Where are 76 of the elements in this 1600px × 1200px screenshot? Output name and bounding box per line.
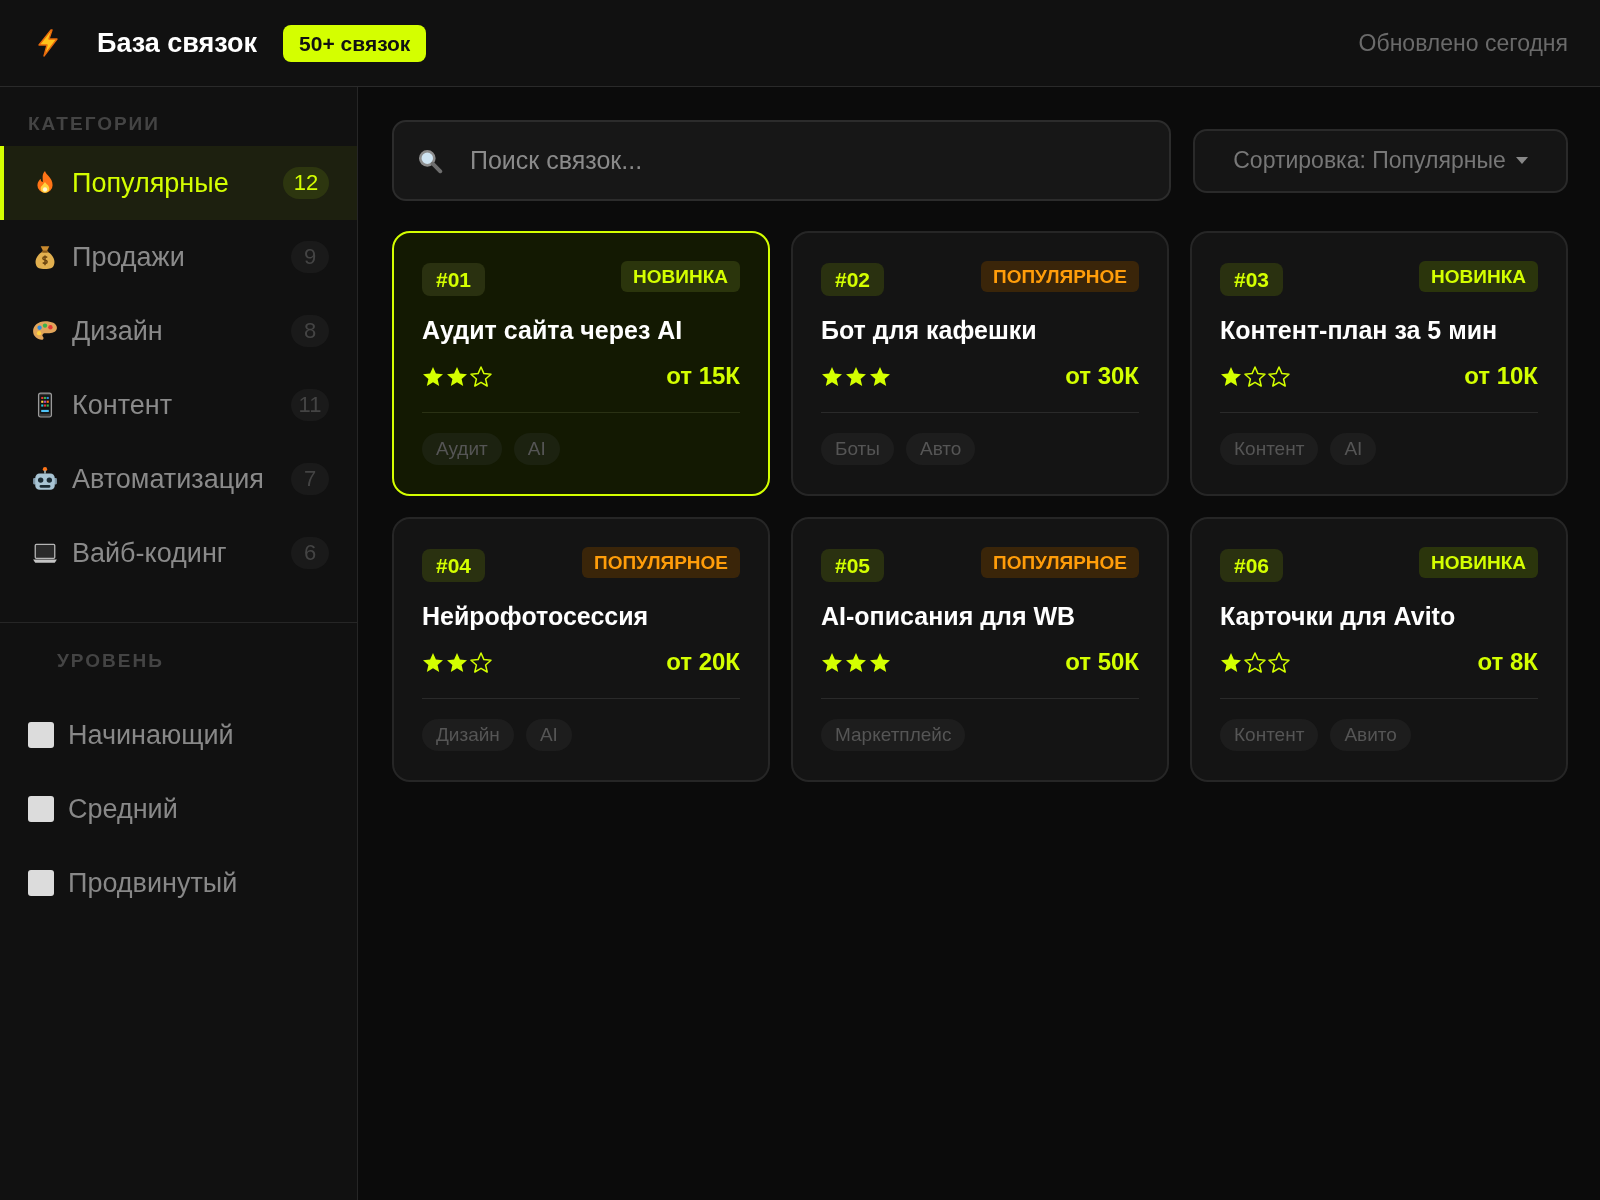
star-filled-icon	[845, 651, 867, 673]
level-option-label[interactable]: Продвинутый	[68, 867, 238, 899]
card-title: Контент-план за 5 мин	[1220, 315, 1499, 346]
card[interactable]: #02 ПОПУЛЯРНОЕ Бот для кафешки от 30К Боты Авто	[791, 231, 1169, 496]
app-title: База связок	[97, 27, 258, 59]
status-tag: НОВИНКА	[621, 261, 740, 292]
star-outline-icon	[470, 365, 492, 387]
status-tag: НОВИНКА	[1419, 261, 1538, 292]
card-number: #03	[1220, 263, 1284, 296]
price: от 15К	[666, 362, 740, 390]
star-filled-icon	[422, 651, 444, 673]
card[interactable]: #01 НОВИНКА Аудит сайта через AI от 15К Аудит AI	[392, 231, 770, 496]
level-option-label[interactable]: Начинающий	[68, 719, 234, 751]
checkbox[interactable]	[28, 722, 54, 748]
search-icon	[417, 148, 443, 174]
star-filled-icon	[446, 651, 468, 673]
star-outline-icon	[470, 651, 492, 673]
card-number: #05	[821, 549, 885, 582]
card-title: Нейрофотосессия	[422, 601, 650, 632]
card-number: #01	[422, 263, 486, 296]
card-title: AI-описания для WB	[821, 601, 1077, 632]
star-filled-icon	[821, 365, 843, 387]
search-field[interactable]: Поиск связок...	[392, 120, 1171, 201]
level-option-label[interactable]: Средний	[68, 793, 178, 825]
category-item[interactable]: Популярные 12	[0, 146, 357, 220]
price: от 10К	[1464, 362, 1538, 390]
card-title: Карточки для Avito	[1220, 601, 1457, 632]
status-tag: НОВИНКА	[1419, 547, 1538, 578]
price: от 30К	[1065, 362, 1139, 390]
card-number: #02	[821, 263, 885, 296]
card-number: #06	[1220, 549, 1284, 582]
lightning-icon	[36, 29, 60, 57]
count-badge: 50+ связок	[283, 24, 427, 62]
star-filled-icon	[422, 365, 444, 387]
update-status: Обновлено сегодня	[1358, 29, 1568, 57]
star-outline-icon	[1268, 365, 1290, 387]
checkbox[interactable]	[28, 870, 54, 896]
tag: Авито	[1330, 719, 1411, 751]
star-filled-icon	[869, 651, 891, 673]
star-outline-icon	[1244, 365, 1266, 387]
card-title: Аудит сайта через AI	[422, 315, 684, 346]
star-filled-icon	[446, 365, 468, 387]
card-title: Бот для кафешки	[821, 315, 1038, 346]
tag: Боты	[821, 433, 894, 465]
card-number: #04	[422, 549, 486, 582]
price: от 50К	[1065, 648, 1139, 676]
tag: AI	[1330, 433, 1377, 465]
star-outline-icon	[1268, 651, 1290, 673]
card[interactable]: #05 ПОПУЛЯРНОЕ AI-описания для WB от 50К Маркетплейс	[791, 517, 1169, 782]
star-filled-icon	[821, 651, 843, 673]
checkbox[interactable]	[28, 796, 54, 822]
star-outline-icon	[1244, 651, 1266, 673]
robot-icon	[32, 466, 58, 492]
tag: Контент	[1220, 719, 1319, 751]
tag: Контент	[1220, 433, 1319, 465]
tag: AI	[513, 433, 560, 465]
category-count: 12	[283, 167, 329, 199]
tag: Дизайн	[422, 719, 514, 751]
card[interactable]: #03 НОВИНКА Контент-план за 5 мин от 10К Контент AI	[1190, 231, 1568, 496]
star-filled-icon	[1220, 365, 1242, 387]
price: от 8К	[1477, 648, 1538, 676]
tag: Маркетплейс	[821, 719, 966, 751]
tag: Аудит	[422, 433, 502, 465]
status-tag: ПОПУЛЯРНОЕ	[581, 547, 740, 578]
card[interactable]: #04 ПОПУЛЯРНОЕ Нейрофотосессия от 20К Дизайн AI	[392, 517, 770, 782]
caret-icon	[1515, 157, 1528, 164]
tag: Авто	[906, 433, 976, 465]
status-tag: ПОПУЛЯРНОЕ	[980, 261, 1139, 292]
sort-dropdown[interactable]: Сортировка: Популярные	[1193, 128, 1568, 193]
card[interactable]: #06 НОВИНКА Карточки для Avito от 8К Контент Авито	[1190, 517, 1568, 782]
tag: AI	[525, 719, 572, 751]
star-filled-icon	[869, 365, 891, 387]
star-filled-icon	[845, 365, 867, 387]
price: от 20К	[666, 648, 740, 676]
star-filled-icon	[1220, 651, 1242, 673]
status-tag: ПОПУЛЯРНОЕ	[980, 547, 1139, 578]
